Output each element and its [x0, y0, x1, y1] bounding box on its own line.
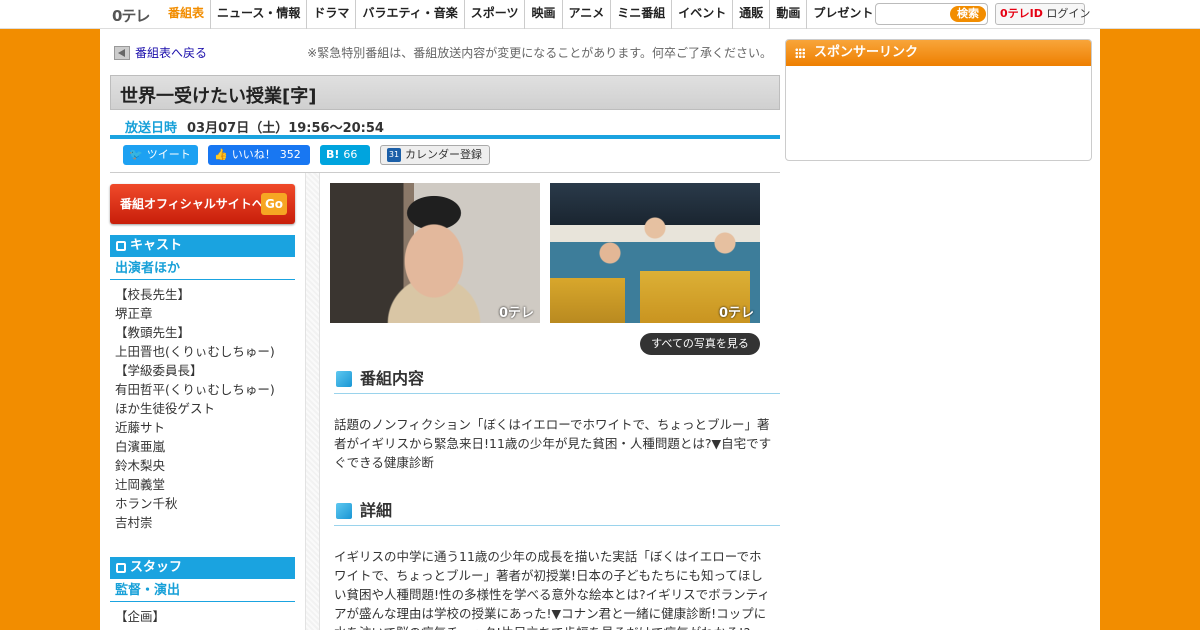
login-brand: 0テレID	[1000, 7, 1043, 20]
hatena-bookmark-icon: B!	[326, 148, 340, 161]
calendar-label: カレンダー登録	[405, 148, 482, 161]
air-date-value: 03月07日（土）19:56～20:54	[187, 121, 384, 136]
official-site-label: 番組オフィシャルサイトへ	[120, 197, 264, 211]
staff-list: 【企画】	[115, 607, 165, 626]
program-title: 世界一受けたい授業[字]	[120, 86, 317, 107]
divider	[110, 135, 780, 139]
program-photo[interactable]: 0テレ	[330, 183, 540, 323]
sponsor-links-heading: スポンサーリンク	[786, 40, 1091, 66]
cast-heading: キャスト	[110, 235, 295, 257]
air-date: 放送日時 03月07日（土）19:56～20:54	[125, 117, 384, 136]
add-to-calendar-button[interactable]: 31 カレンダー登録	[380, 145, 490, 165]
back-link-label: 番組表へ戻る	[135, 46, 208, 60]
tweet-button[interactable]: 🐦 ツイート	[123, 145, 198, 165]
sponsor-links-label: スポンサーリンク	[814, 45, 919, 60]
nav-item[interactable]: 映画	[525, 0, 563, 29]
official-site-button[interactable]: 番組オフィシャルサイトへ Go	[110, 184, 295, 224]
login-label: ログイン	[1046, 7, 1091, 20]
program-content-heading: 番組内容	[334, 366, 780, 394]
nav-item[interactable]: スポーツ	[465, 0, 526, 29]
cast-list-item: 【校長先生】	[115, 287, 191, 302]
column-divider	[305, 173, 320, 630]
thumbs-up-icon: 👍	[214, 148, 228, 161]
program-content-text: 話題のノンフィクション「ぼくはイエローでホワイトで、ちょっとブルー」著者がイギリ…	[334, 417, 772, 470]
top-navigation-bar: 0テレ 番組表 ニュース・情報 ドラマ バラエティ・音楽 スポーツ 映画 アニメ ミニ番組 イベ…	[0, 0, 1200, 29]
nav-item[interactable]: 番組表	[162, 0, 212, 29]
nav-item[interactable]: 通販	[733, 0, 771, 29]
cast-list-item: 有田哲平(くりぃむしちゅー)	[115, 382, 275, 397]
tweet-label: ツイート	[146, 148, 191, 161]
hatena-bookmark-button[interactable]: B! 66	[320, 145, 370, 165]
page-content: 番組表へ戻る ※緊急特別番組は、番組放送内容が変更になることがあります。何卒ご了…	[100, 29, 1100, 630]
nav-item[interactable]: プレゼント	[807, 0, 879, 29]
nav-item[interactable]: アニメ	[563, 0, 612, 29]
cast-list-item: ほか生徒役ゲスト	[115, 401, 216, 416]
nav-item[interactable]: ミニ番組	[611, 0, 673, 29]
program-detail-text: イギリスの中学に通う11歳の少年の成長を描いた実話「ぼくはイエローでホワイトで、…	[334, 549, 770, 630]
cast-list-item: 鈴木梨央	[115, 458, 166, 473]
site-logo[interactable]: 0テレ	[112, 5, 156, 25]
hatena-count: 66	[343, 148, 358, 161]
view-all-photos-button[interactable]: すべての写真を見る	[640, 333, 760, 355]
facebook-like-button[interactable]: 👍 いいね！ 352	[208, 145, 310, 165]
cast-list-item: 堺正章	[115, 306, 153, 321]
cast-list-item: 【教頭先生】	[115, 325, 191, 340]
nav-item[interactable]: バラエティ・音楽	[356, 0, 465, 29]
ntv-watermark: 0テレ	[718, 306, 754, 321]
cast-list-item: 近藤サト	[115, 420, 166, 435]
cast-list-item: 【学級委員長】	[115, 363, 203, 378]
program-photo[interactable]: 0テレ	[550, 183, 760, 323]
go-badge: Go	[261, 193, 287, 215]
ntv-watermark: 0テレ	[498, 306, 534, 321]
calendar-icon: 31	[387, 148, 401, 162]
program-detail-heading: 詳細	[334, 498, 780, 526]
staff-heading: スタッフ	[110, 557, 295, 579]
cast-list-item: 上田晋也(くりぃむしちゅー)	[115, 344, 275, 359]
cast-list: 【校長先生】 堺正章【教頭先生】上田晋也(くりぃむしちゅー) 【学級委員長】有田哲平…	[115, 285, 275, 532]
cast-subheading: 出演者ほか	[110, 258, 295, 280]
air-date-label: 放送日時	[125, 121, 178, 136]
nav-item[interactable]: ニュース・情報	[211, 0, 308, 29]
nav-item[interactable]: イベント	[672, 0, 734, 29]
nav-item[interactable]: ドラマ	[307, 0, 357, 29]
staff-list-item: 【企画】	[115, 609, 166, 624]
sponsor-links-box: スポンサーリンク	[785, 39, 1092, 161]
grid-icon	[795, 48, 805, 58]
emergency-notice: ※緊急特別番組は、番組放送内容が変更になることがあります。何卒ご了承ください。	[307, 46, 772, 60]
cast-list-item: 吉村崇	[115, 515, 153, 530]
back-arrow-icon	[114, 45, 130, 60]
global-nav-menu: 番組表 ニュース・情報 ドラマ バラエティ・音楽 スポーツ 映画 アニメ ミニ番組 イベント 通販…	[162, 0, 879, 29]
back-to-schedule-link[interactable]: 番組表へ戻る	[114, 44, 207, 61]
social-share-row: 🐦 ツイート 👍 いいね！ 352 B! 66 31 カレンダー登録	[123, 145, 490, 165]
search-button[interactable]: 検索	[950, 6, 986, 22]
cast-list-item: 辻岡義堂	[115, 477, 166, 492]
staff-subheading: 監督・演出	[110, 580, 295, 602]
cast-list-item: 白濱亜嵐	[115, 439, 166, 454]
like-label: いいね！	[231, 148, 276, 161]
nav-item[interactable]: 動画	[770, 0, 808, 29]
cast-list-item: ホラン千秋	[115, 496, 178, 511]
like-count: 352	[279, 148, 301, 161]
title-bar: 世界一受けたい授業[字]	[110, 75, 780, 110]
twitter-bird-icon: 🐦	[129, 148, 143, 161]
divider	[110, 172, 780, 173]
login-button[interactable]: 0テレID ログイン	[995, 3, 1090, 25]
